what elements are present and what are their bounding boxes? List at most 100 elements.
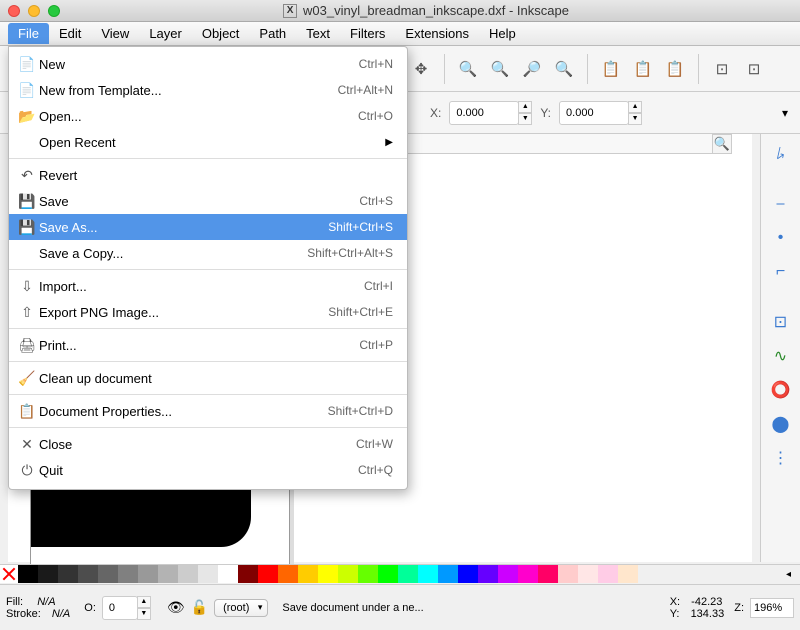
o-spin-up[interactable]: ▲ xyxy=(137,596,151,608)
snap-icon[interactable]: • xyxy=(767,224,795,252)
color-swatch[interactable] xyxy=(98,565,118,583)
color-swatch[interactable] xyxy=(118,565,138,583)
color-swatch[interactable] xyxy=(358,565,378,583)
x-input[interactable] xyxy=(449,101,519,125)
menu-item-quit[interactable]: ⏻QuitCtrl+Q xyxy=(9,457,407,483)
menu-item-revert[interactable]: ↶Revert xyxy=(9,162,407,188)
tool-zoom-fit-icon[interactable]: 🔎 xyxy=(519,56,545,82)
menu-layer[interactable]: Layer xyxy=(139,23,192,44)
y-input[interactable] xyxy=(559,101,629,125)
color-swatch[interactable] xyxy=(478,565,498,583)
color-swatch[interactable] xyxy=(438,565,458,583)
minimize-window-button[interactable] xyxy=(28,5,40,17)
tool-group-icon[interactable]: ⊡ xyxy=(709,56,735,82)
menu-extensions[interactable]: Extensions xyxy=(395,23,479,44)
menu-item-new-from-template[interactable]: 📄New from Template...Ctrl+Alt+N xyxy=(9,77,407,103)
snap-icon[interactable]: ⭕ xyxy=(767,376,795,404)
color-swatch[interactable] xyxy=(618,565,638,583)
layer-selector[interactable]: (root) xyxy=(214,599,268,617)
tool-zoom-page-icon[interactable]: ✥ xyxy=(408,56,434,82)
snap-icon[interactable]: ⋮ xyxy=(767,444,795,472)
x-spin-down[interactable]: ▼ xyxy=(518,113,532,125)
color-swatch[interactable] xyxy=(378,565,398,583)
color-swatch[interactable] xyxy=(398,565,418,583)
menu-item-icon: 💾 xyxy=(15,193,39,210)
menu-help[interactable]: Help xyxy=(479,23,526,44)
zoom-window-button[interactable] xyxy=(48,5,60,17)
snap-icon[interactable]: ⌐ xyxy=(767,258,795,286)
color-swatch[interactable] xyxy=(278,565,298,583)
color-swatch[interactable] xyxy=(418,565,438,583)
close-window-button[interactable] xyxy=(8,5,20,17)
toolbar-overflow-icon[interactable]: ▾ xyxy=(782,106,788,120)
color-swatch[interactable] xyxy=(318,565,338,583)
menu-item-save-as[interactable]: 💾Save As...Shift+Ctrl+S xyxy=(9,214,407,240)
color-swatch[interactable] xyxy=(38,565,58,583)
menu-item-print[interactable]: 🖨Print...Ctrl+P xyxy=(9,332,407,358)
color-swatch[interactable] xyxy=(538,565,558,583)
color-swatch[interactable] xyxy=(518,565,538,583)
menu-item-open-recent[interactable]: Open Recent▶ xyxy=(9,129,407,155)
menu-item-document-properties[interactable]: 📋Document Properties...Shift+Ctrl+D xyxy=(9,398,407,424)
y-spin-up[interactable]: ▲ xyxy=(628,101,642,113)
color-swatch[interactable] xyxy=(18,565,38,583)
tool-paste-icon[interactable]: 📋 xyxy=(630,56,656,82)
menu-file[interactable]: File xyxy=(8,23,49,44)
swatch-none[interactable] xyxy=(0,565,18,583)
lock-icon[interactable]: 🔓 xyxy=(191,599,208,616)
cursor-x-label: X: xyxy=(670,596,680,608)
color-swatch[interactable] xyxy=(598,565,618,583)
menu-item-export-png-image[interactable]: ⇧Export PNG Image...Shift+Ctrl+E xyxy=(9,299,407,325)
zoom-input[interactable] xyxy=(750,598,794,618)
menu-item-label: Open... xyxy=(39,109,358,124)
menu-object[interactable]: Object xyxy=(192,23,250,44)
menu-item-new[interactable]: 📄NewCtrl+N xyxy=(9,51,407,77)
tool-zoom-sel-icon[interactable]: 🔍 xyxy=(551,56,577,82)
magnify-icon[interactable]: 🔍 xyxy=(712,134,732,154)
menu-item-save-a-copy[interactable]: Save a Copy...Shift+Ctrl+Alt+S xyxy=(9,240,407,266)
visibility-icon[interactable]: 👁 xyxy=(167,599,185,616)
menu-edit[interactable]: Edit xyxy=(49,23,91,44)
snap-icon[interactable]: ⊡ xyxy=(767,308,795,336)
menu-path[interactable]: Path xyxy=(249,23,296,44)
menu-filters[interactable]: Filters xyxy=(340,23,395,44)
color-swatch[interactable] xyxy=(458,565,478,583)
menu-item-import[interactable]: ⇩Import...Ctrl+I xyxy=(9,273,407,299)
color-swatch[interactable] xyxy=(558,565,578,583)
tool-zoom-out-icon[interactable]: 🔍 xyxy=(487,56,513,82)
color-swatch[interactable] xyxy=(218,565,238,583)
snap-icon[interactable]: ⬤ xyxy=(767,410,795,438)
color-swatch[interactable] xyxy=(238,565,258,583)
menu-item-open[interactable]: 📂Open...Ctrl+O xyxy=(9,103,407,129)
snap-icon[interactable]: ⭞ xyxy=(767,140,795,168)
tool-ungroup-icon[interactable]: ⊡ xyxy=(741,56,767,82)
menu-item-clean-up-document[interactable]: 🧹Clean up document xyxy=(9,365,407,391)
color-swatch[interactable] xyxy=(178,565,198,583)
snap-icon[interactable]: ⎯ xyxy=(767,190,795,218)
color-swatch[interactable] xyxy=(578,565,598,583)
color-swatch[interactable] xyxy=(158,565,178,583)
menu-text[interactable]: Text xyxy=(296,23,340,44)
menu-separator xyxy=(9,361,407,362)
color-swatch[interactable] xyxy=(58,565,78,583)
menu-view[interactable]: View xyxy=(91,23,139,44)
color-swatch[interactable] xyxy=(258,565,278,583)
color-swatch[interactable] xyxy=(298,565,318,583)
palette-menu-icon[interactable]: ◂ xyxy=(786,565,800,584)
color-swatch[interactable] xyxy=(198,565,218,583)
opacity-input[interactable] xyxy=(102,596,138,620)
o-spin-down[interactable]: ▼ xyxy=(137,608,151,620)
menu-item-close[interactable]: ✕CloseCtrl+W xyxy=(9,431,407,457)
color-swatch[interactable] xyxy=(498,565,518,583)
color-swatch[interactable] xyxy=(78,565,98,583)
menu-item-save[interactable]: 💾SaveCtrl+S xyxy=(9,188,407,214)
y-spin-down[interactable]: ▼ xyxy=(628,113,642,125)
color-swatch[interactable] xyxy=(138,565,158,583)
tool-copy-icon[interactable]: 📋 xyxy=(598,56,624,82)
color-swatch[interactable] xyxy=(338,565,358,583)
tool-zoom-in-icon[interactable]: 🔍 xyxy=(455,56,481,82)
x-spin-up[interactable]: ▲ xyxy=(518,101,532,113)
snap-icon[interactable]: ∿ xyxy=(767,342,795,370)
menu-item-icon: 📋 xyxy=(15,403,39,420)
tool-clone-icon[interactable]: 📋 xyxy=(662,56,688,82)
